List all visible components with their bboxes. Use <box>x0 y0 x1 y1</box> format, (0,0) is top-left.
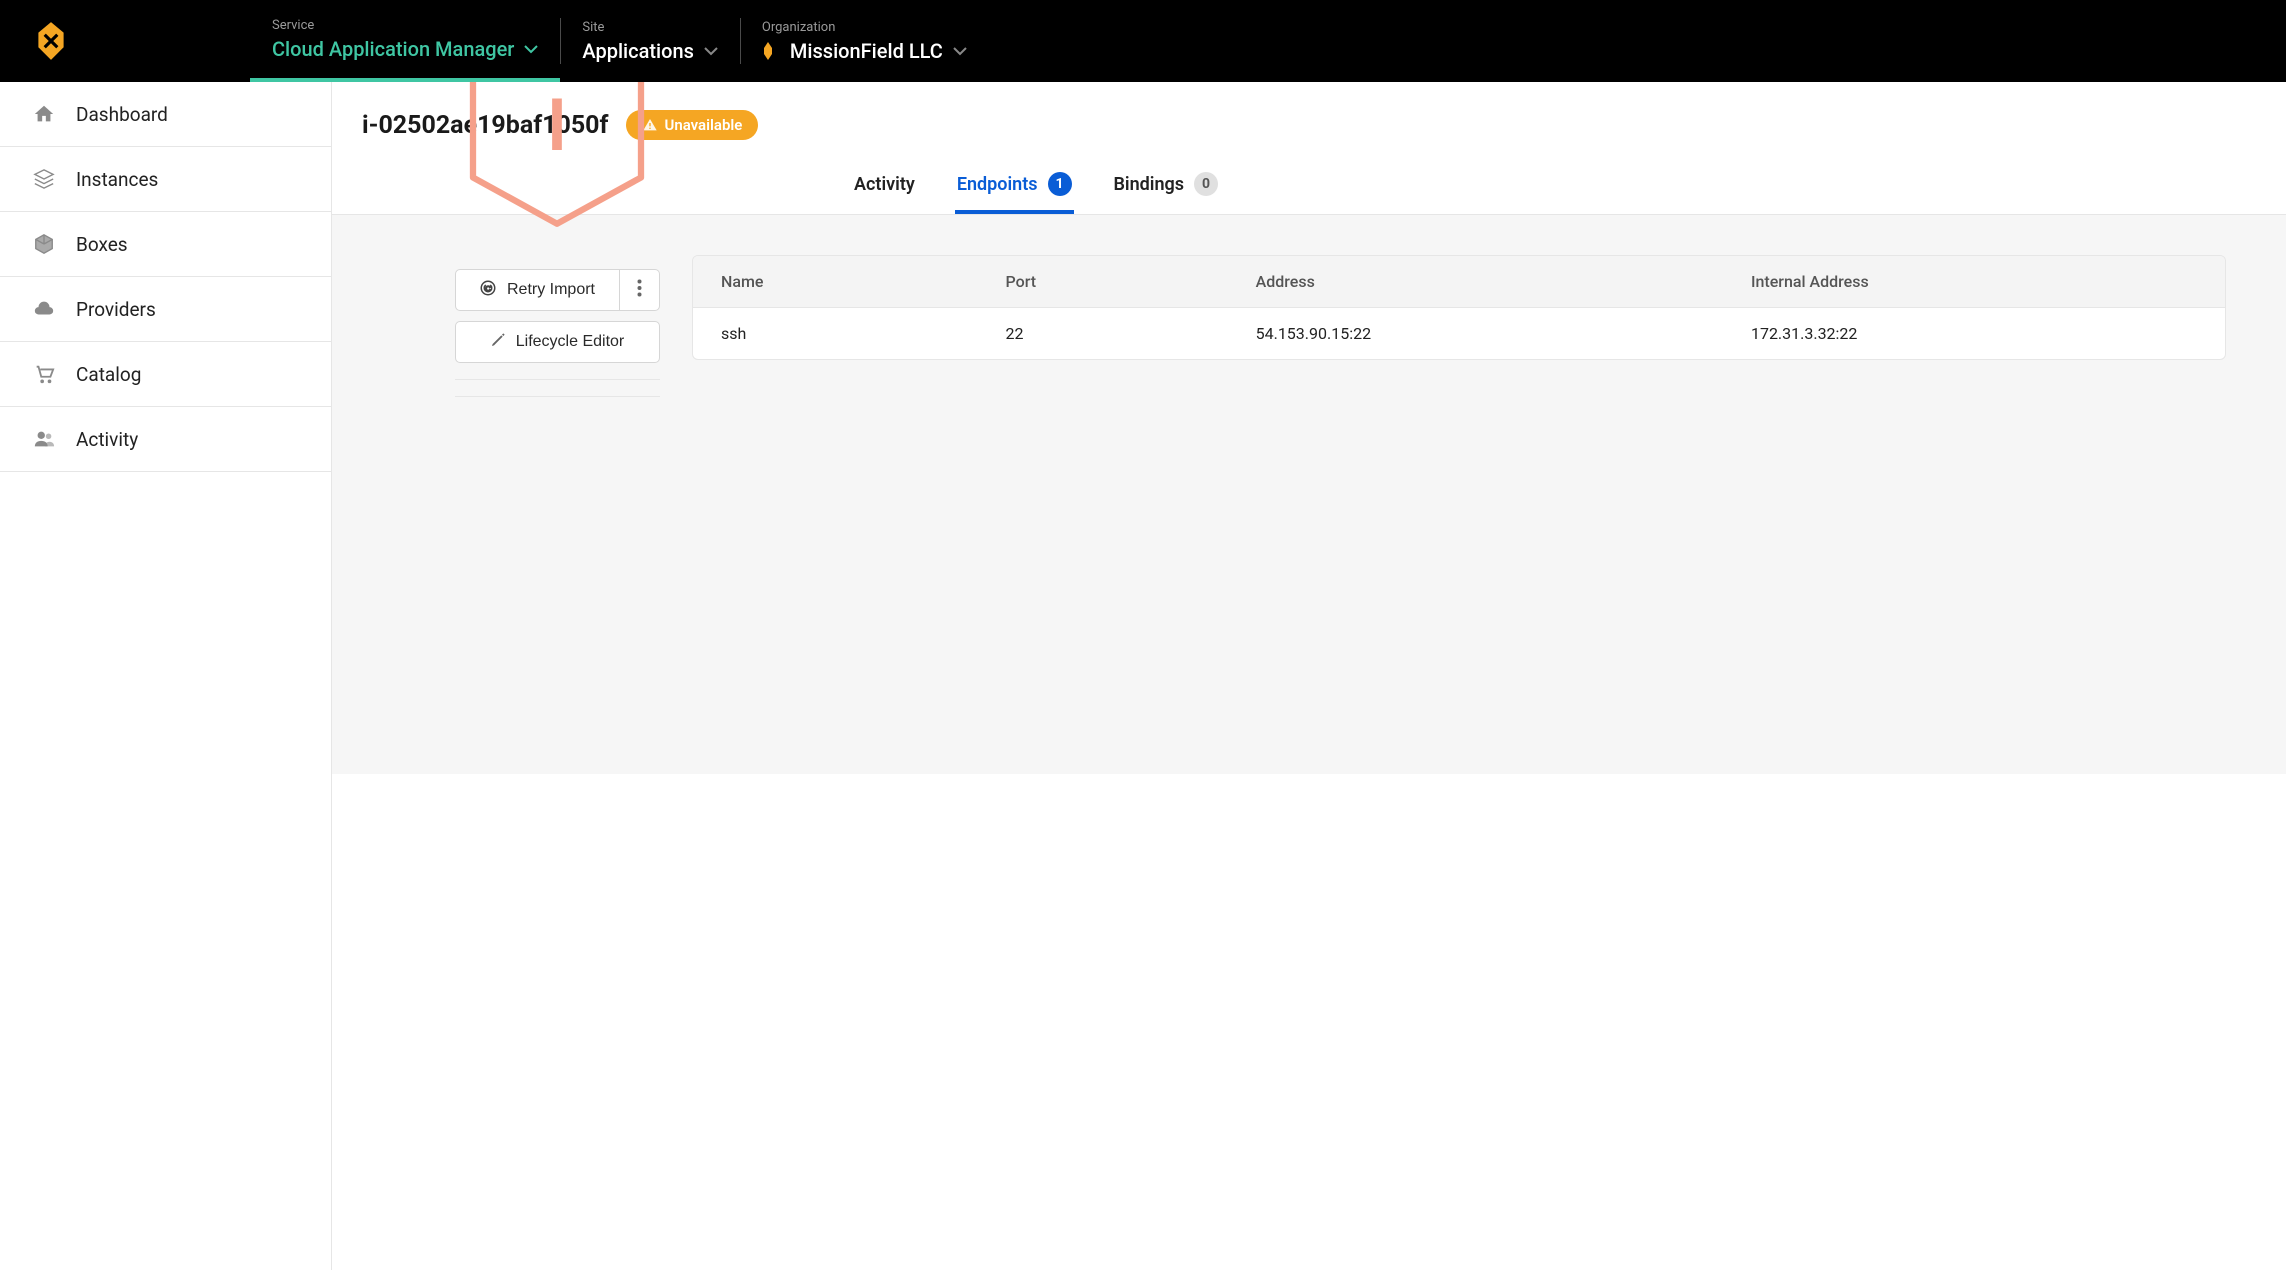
organization-selector[interactable]: Organization MissionField LLC <box>740 0 989 82</box>
divider <box>455 396 660 397</box>
tab-activity[interactable]: Activity <box>852 158 917 214</box>
service-value: Cloud Application Manager <box>272 37 514 61</box>
topbar: Service Cloud Application Manager Site A… <box>0 0 2286 82</box>
retry-import-menu-button[interactable] <box>620 269 660 311</box>
home-icon <box>32 102 56 126</box>
sidebar-item-label: Instances <box>76 168 158 191</box>
retry-import-button[interactable]: C Retry Import <box>455 269 620 311</box>
sidebar: Dashboard Instances Boxes Providers Cata… <box>0 82 332 1270</box>
table-header-row: Name Port Address Internal Address <box>693 256 2225 308</box>
col-address: Address <box>1228 256 1723 308</box>
logo-icon <box>30 20 72 62</box>
sidebar-item-providers[interactable]: Providers <box>0 277 331 342</box>
retry-icon: C <box>479 279 497 302</box>
cart-icon <box>32 362 56 386</box>
tab-body: I C Retry Import <box>332 214 2286 774</box>
app-logo[interactable] <box>30 0 250 82</box>
pencil-icon <box>490 332 506 353</box>
sidebar-item-label: Catalog <box>76 363 141 386</box>
main-content: i-02502ae19baf1050f Unavailable Activity… <box>332 82 2286 1270</box>
tab-endpoints[interactable]: Endpoints 1 <box>955 158 1074 214</box>
chevron-down-icon <box>704 46 718 56</box>
cloud-icon <box>32 297 56 321</box>
table-row[interactable]: ssh 22 54.153.90.15:22 172.31.3.32:22 <box>693 308 2225 360</box>
lifecycle-editor-button[interactable]: Lifecycle Editor <box>455 321 660 363</box>
sidebar-item-label: Providers <box>76 298 156 321</box>
cell-name: ssh <box>693 308 978 360</box>
cube-icon <box>32 232 56 256</box>
sidebar-item-label: Dashboard <box>76 103 168 126</box>
sidebar-item-instances[interactable]: Instances <box>0 147 331 212</box>
button-label: Retry Import <box>507 281 595 299</box>
organization-value: MissionField LLC <box>790 39 943 63</box>
cell-address: 54.153.90.15:22 <box>1228 308 1723 360</box>
sidebar-item-label: Activity <box>76 428 138 451</box>
action-buttons: C Retry Import <box>455 269 660 413</box>
service-selector[interactable]: Service Cloud Application Manager <box>250 0 560 82</box>
cell-port: 22 <box>978 308 1228 360</box>
endpoints-count-badge: 1 <box>1048 172 1072 196</box>
svg-text:C: C <box>485 284 491 293</box>
org-flame-icon <box>762 42 774 60</box>
kebab-icon <box>637 279 642 302</box>
endpoints-table: Name Port Address Internal Address ssh 2… <box>692 255 2226 360</box>
sidebar-item-catalog[interactable]: Catalog <box>0 342 331 407</box>
sidebar-item-activity[interactable]: Activity <box>0 407 331 472</box>
button-label: Lifecycle Editor <box>516 333 625 351</box>
chevron-down-icon <box>953 46 967 56</box>
sidebar-item-label: Boxes <box>76 233 128 256</box>
col-internal-address: Internal Address <box>1723 256 2225 308</box>
organization-label: Organization <box>762 20 967 35</box>
col-port: Port <box>978 256 1228 308</box>
cell-internal-address: 172.31.3.32:22 <box>1723 308 2225 360</box>
site-selector[interactable]: Site Applications <box>560 0 740 82</box>
site-value: Applications <box>582 39 694 63</box>
divider <box>455 379 660 380</box>
site-label: Site <box>582 20 718 35</box>
stack-icon <box>32 167 56 191</box>
chevron-down-icon <box>524 44 538 54</box>
tab-label: Endpoints <box>957 174 1038 195</box>
hex-letter: I <box>547 83 568 168</box>
instance-hex-icon: I <box>447 82 667 235</box>
tab-label: Bindings <box>1114 174 1185 195</box>
sidebar-item-boxes[interactable]: Boxes <box>0 212 331 277</box>
bindings-count-badge: 0 <box>1194 172 1218 196</box>
sidebar-item-dashboard[interactable]: Dashboard <box>0 82 331 147</box>
service-label: Service <box>272 18 538 33</box>
user-icon <box>32 427 56 451</box>
tab-label: Activity <box>854 174 915 195</box>
tab-bindings[interactable]: Bindings 0 <box>1112 158 1221 214</box>
col-name: Name <box>693 256 978 308</box>
